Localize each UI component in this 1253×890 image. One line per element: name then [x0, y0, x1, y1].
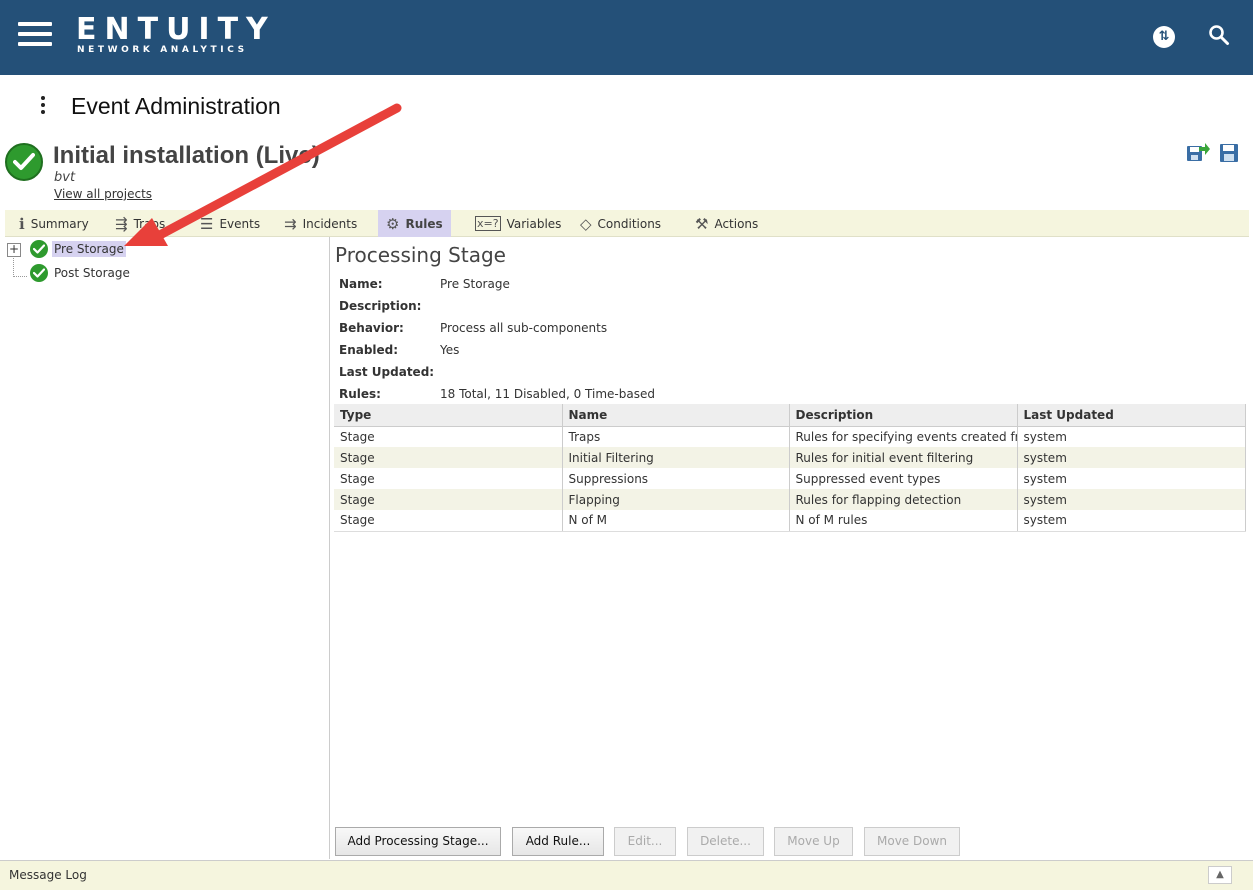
behavior-label: Behavior: [339, 321, 404, 335]
table-row[interactable]: Stage Flapping Rules for flapping detect… [334, 489, 1246, 510]
delete-button[interactable]: Delete... [687, 827, 764, 856]
edit-button[interactable]: Edit... [614, 827, 676, 856]
logo-text: ENTUITY [76, 12, 276, 47]
table-cell: Stage [334, 468, 563, 489]
column-header[interactable]: Last Updated [1017, 404, 1246, 427]
table-cell: system [1017, 510, 1246, 532]
table-cell: N of M rules [789, 510, 1018, 532]
events-icon: ☰ [200, 214, 214, 233]
table-cell: system [1017, 426, 1246, 447]
enabled-value: Yes [440, 343, 460, 357]
tab-label: Traps [133, 216, 166, 231]
traps-icon: ⇶ [115, 214, 128, 233]
gears-icon: ⚙ [386, 214, 400, 233]
table-cell: Stage [334, 510, 563, 532]
tab-actions[interactable]: ⚒ Actions [695, 210, 758, 237]
table-cell: Rules for initial event filtering [789, 447, 1018, 468]
table-row[interactable]: Stage Traps Rules for specifying events … [334, 426, 1246, 447]
tab-summary[interactable]: ℹ Summary [19, 210, 89, 237]
table-cell: Rules for flapping detection [789, 489, 1018, 510]
table-cell: Stage [334, 447, 563, 468]
tab-incidents[interactable]: ⇉ Incidents [284, 210, 357, 237]
status-ok-icon [30, 240, 48, 258]
panel-title: Processing Stage [335, 243, 506, 267]
info-icon: ℹ [19, 214, 25, 233]
sync-icon[interactable]: ⇅ [1153, 26, 1175, 48]
message-log-label[interactable]: Message Log [9, 868, 87, 882]
tab-events[interactable]: ☰ Events [200, 210, 260, 237]
table-cell: system [1017, 489, 1246, 510]
status-ok-icon [5, 143, 43, 181]
table-cell: Stage [334, 426, 563, 447]
column-header[interactable]: Description [789, 404, 1018, 427]
table-cell: system [1017, 447, 1246, 468]
tab-rules[interactable]: ⚙ Rules [378, 210, 451, 237]
search-icon[interactable] [1208, 24, 1230, 46]
enabled-label: Enabled: [339, 343, 399, 357]
table-cell: Suppressions [562, 468, 790, 489]
save-icon[interactable] [1219, 143, 1239, 163]
message-log-bar: Message Log ▲ [0, 860, 1253, 890]
project-title: Initial installation (Live) [53, 142, 320, 169]
conditions-icon: ◇ [580, 214, 592, 233]
move-down-button[interactable]: Move Down [864, 827, 960, 856]
table-row[interactable]: Stage N of M N of M rules system [334, 510, 1246, 532]
table-cell: Suppressed event types [789, 468, 1018, 489]
tree-connector [13, 258, 27, 277]
chevron-up-icon[interactable]: ▲ [1208, 866, 1232, 884]
table-cell: Stage [334, 489, 563, 510]
table-cell: system [1017, 468, 1246, 489]
tab-label: Summary [30, 216, 89, 231]
table-header-row: Type Name Description Last Updated [334, 404, 1246, 427]
add-rule-button[interactable]: Add Rule... [512, 827, 604, 856]
stage-tree: + Pre Storage Post Storage [0, 237, 330, 859]
tab-variables[interactable]: x=? Variables [475, 210, 561, 237]
more-options-icon[interactable] [36, 96, 50, 118]
table-cell: Flapping [562, 489, 790, 510]
app-header: ENTUITY NETWORK ANALYTICS ⇅ [0, 0, 1253, 75]
tab-label: Rules [405, 216, 443, 231]
stages-table: Type Name Description Last Updated Stage… [334, 404, 1246, 532]
table-cell: Traps [562, 426, 790, 447]
tab-label: Incidents [302, 216, 358, 231]
table-cell: Rules for specifying events created fr [789, 426, 1018, 447]
tree-item-pre-storage[interactable]: Pre Storage [52, 241, 126, 257]
export-icon[interactable] [1186, 141, 1210, 163]
actions-icon: ⚒ [695, 214, 709, 233]
column-header[interactable]: Type [334, 404, 563, 427]
tree-item-post-storage[interactable]: Post Storage [52, 265, 132, 281]
tab-label: Variables [506, 216, 562, 231]
add-processing-stage-button[interactable]: Add Processing Stage... [335, 827, 501, 856]
name-value: Pre Storage [440, 277, 510, 291]
name-label: Name: [339, 277, 383, 291]
variables-icon: x=? [475, 216, 501, 231]
tab-label: Conditions [597, 216, 662, 231]
table-row[interactable]: Stage Suppressions Suppressed event type… [334, 468, 1246, 489]
page-title: Event Administration [71, 93, 281, 119]
description-label: Description: [339, 299, 422, 313]
tab-label: Events [219, 216, 261, 231]
menu-icon[interactable] [18, 22, 52, 48]
rules-label: Rules: [339, 387, 381, 401]
view-all-projects-link[interactable]: View all projects [54, 187, 152, 201]
tab-traps[interactable]: ⇶ Traps [115, 210, 165, 237]
move-up-button[interactable]: Move Up [774, 827, 853, 856]
last-updated-label: Last Updated: [339, 365, 435, 379]
tab-conditions[interactable]: ◇ Conditions [580, 210, 661, 237]
tab-label: Actions [714, 216, 759, 231]
table-cell: Initial Filtering [562, 447, 790, 468]
tab-bar: ℹ Summary ⇶ Traps ☰ Events ⇉ Incidents ⚙ Rule… [5, 210, 1249, 237]
project-subtitle: bvt [54, 170, 76, 185]
incidents-icon: ⇉ [284, 214, 297, 233]
logo-subtitle: NETWORK ANALYTICS [77, 45, 248, 55]
status-ok-icon [30, 264, 48, 282]
table-row[interactable]: Stage Initial Filtering Rules for initia… [334, 447, 1246, 468]
table-cell: N of M [562, 510, 790, 532]
column-header[interactable]: Name [562, 404, 790, 427]
expand-icon[interactable]: + [7, 243, 21, 257]
rules-value: 18 Total, 11 Disabled, 0 Time-based [440, 387, 655, 401]
behavior-value: Process all sub-components [440, 321, 608, 335]
